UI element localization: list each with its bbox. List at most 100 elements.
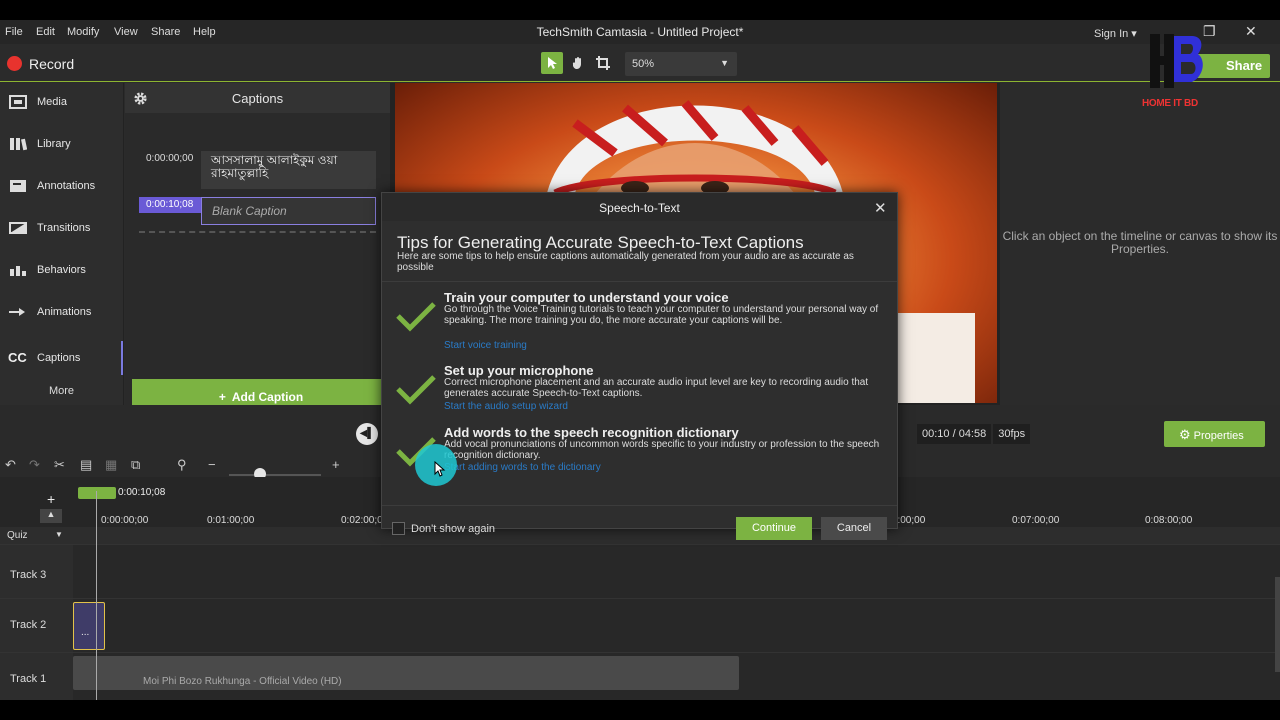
share-button[interactable]: Share xyxy=(1196,54,1270,78)
chevron-down-icon[interactable]: ▼ xyxy=(55,530,63,539)
caption-time: 0:00:00;00 xyxy=(146,153,194,164)
checkmark-icon xyxy=(396,302,436,332)
library-icon xyxy=(10,138,27,151)
split-icon[interactable]: ⧉ xyxy=(131,457,140,473)
quiz-row[interactable]: Quiz ▼ xyxy=(0,527,1280,544)
zoom-slider-track[interactable] xyxy=(229,474,321,476)
copy-icon[interactable]: ▤ xyxy=(80,457,92,473)
home-it-bd-logo xyxy=(1150,34,1203,88)
playhead-handle[interactable] xyxy=(78,487,116,499)
annotations-icon xyxy=(10,180,26,192)
sidebar-more-button[interactable]: More xyxy=(0,385,123,397)
properties-button[interactable]: ⚙ Properties xyxy=(1164,421,1265,447)
zoom-out-icon[interactable]: − xyxy=(208,457,216,472)
sidebar-item-captions[interactable]: CC Captions xyxy=(0,343,123,373)
video-clip[interactable]: Moi Phi Bozo Rukhunga - Official Video (… xyxy=(73,656,739,690)
cursor-highlight xyxy=(415,444,457,486)
sidebar-item-behaviors[interactable]: Behaviors xyxy=(0,255,123,285)
divider xyxy=(382,281,897,282)
main-toolbar: Record 50% ▼ Share xyxy=(0,44,1280,82)
track-2[interactable]: Track 2 ... xyxy=(0,598,1280,652)
sidebar-item-label: Captions xyxy=(37,352,81,364)
divider xyxy=(382,505,897,506)
properties-hint: Click an object on the timeline or canva… xyxy=(1002,229,1278,256)
animations-icon xyxy=(9,308,25,316)
menu-view[interactable]: View xyxy=(114,26,138,38)
track-3[interactable]: Track 3 xyxy=(0,544,1280,598)
start-voice-training-link[interactable]: Start voice training xyxy=(444,340,527,351)
sidebar-item-label: Library xyxy=(37,138,71,150)
sidebar-item-label: Annotations xyxy=(37,180,96,192)
cancel-button[interactable]: Cancel xyxy=(821,517,887,540)
gear-icon: ⚙ xyxy=(1179,427,1191,442)
captions-header: Captions xyxy=(125,83,390,113)
continue-button[interactable]: Continue xyxy=(736,517,812,540)
timeline-scrollbar[interactable] xyxy=(1275,577,1280,672)
menu-modify[interactable]: Modify xyxy=(67,26,99,38)
sidebar-item-library[interactable]: Library xyxy=(0,129,123,159)
sidebar-item-animations[interactable]: Animations xyxy=(0,297,123,327)
sidebar-item-label: Behaviors xyxy=(37,264,86,276)
tip-body: Add vocal pronunciations of uncommon wor… xyxy=(444,439,880,461)
menu-file[interactable]: File xyxy=(5,26,23,38)
tip-voice-training: Train your computer to understand your v… xyxy=(396,290,886,356)
behaviors-icon xyxy=(10,266,26,276)
zoom-dropdown[interactable]: 50% ▼ xyxy=(625,52,737,76)
caption-clip[interactable]: ... xyxy=(73,602,105,650)
sidebar-item-label: Animations xyxy=(37,306,92,318)
tip-title: Add words to the speech recognition dict… xyxy=(444,425,739,440)
sidebar-item-media[interactable]: Media xyxy=(0,87,123,117)
crop-tool-icon[interactable] xyxy=(592,52,614,74)
close-icon[interactable]: ✕ xyxy=(1245,23,1257,40)
sidebar-item-annotations[interactable]: Annotations xyxy=(0,171,123,201)
record-icon[interactable] xyxy=(7,56,22,71)
track-label: Track 3 xyxy=(10,569,47,581)
audio-setup-wizard-link[interactable]: Start the audio setup wizard xyxy=(444,401,568,412)
zoom-in-icon[interactable]: + xyxy=(332,457,340,472)
caption-row[interactable]: 0:00:10;08 Blank Caption xyxy=(139,197,376,225)
tick-label: 0:08:00;00 xyxy=(1145,515,1193,526)
step-back-icon[interactable]: ◀▌ xyxy=(356,423,378,445)
select-tool-icon[interactable] xyxy=(541,52,563,74)
cut-icon[interactable]: ✂ xyxy=(54,457,65,473)
caption-text[interactable]: আসসালামু আলাইকুম ওয়া রাহমাতুল্লাহি xyxy=(201,151,376,189)
plus-icon: + xyxy=(218,390,226,404)
collapse-icon[interactable]: ▲ xyxy=(40,509,62,523)
sidebar-item-transitions[interactable]: Transitions xyxy=(0,213,123,243)
close-icon[interactable]: ✕ xyxy=(874,199,887,217)
redo-icon[interactable]: ↷ xyxy=(29,457,40,473)
dont-show-label[interactable]: Don't show again xyxy=(411,523,495,535)
playhead-line xyxy=(96,491,97,700)
dialog-titlebar: Speech-to-Text ✕ xyxy=(382,193,897,221)
undo-icon[interactable]: ↶ xyxy=(5,457,16,473)
cc-icon: CC xyxy=(8,350,27,365)
caption-row[interactable]: 0:00:00;00 আসসালামু আলাইকুম ওয়া রাহমাতু… xyxy=(139,151,376,189)
add-track-icon[interactable]: + xyxy=(47,491,55,507)
track-label: Track 2 xyxy=(10,619,47,631)
checkmark-icon xyxy=(396,375,436,405)
caption-text-input[interactable]: Blank Caption xyxy=(201,197,376,225)
record-button[interactable]: Record xyxy=(29,56,74,72)
time-display: 00:10 / 04:58 30fps xyxy=(917,424,1032,444)
dialog-heading: Tips for Generating Accurate Speech-to-T… xyxy=(397,233,804,252)
menu-edit[interactable]: Edit xyxy=(36,26,55,38)
menu-bar: File Edit Modify View Share Help TechSmi… xyxy=(0,20,1280,44)
sign-in-button[interactable]: Sign In ▾ xyxy=(1094,27,1137,40)
menu-share[interactable]: Share xyxy=(151,26,180,38)
dialog-title: Speech-to-Text xyxy=(599,201,680,215)
paste-icon[interactable]: ▦ xyxy=(105,457,117,473)
zoom-value: 50% xyxy=(632,58,655,70)
tick-label: 0:07:00;00 xyxy=(1012,515,1060,526)
quiz-label: Quiz xyxy=(7,530,28,541)
pan-tool-icon[interactable] xyxy=(567,52,589,74)
add-words-link[interactable]: Start adding words to the dictionary xyxy=(444,462,601,473)
menu-help[interactable]: Help xyxy=(193,26,216,38)
mouse-pointer-icon xyxy=(434,461,446,477)
tip-body: Correct microphone placement and an accu… xyxy=(444,377,869,399)
track-1[interactable]: Track 1 Moi Phi Bozo Rukhunga - Official… xyxy=(0,652,1280,700)
zoom-fit-icon[interactable]: ⚲ xyxy=(177,457,187,473)
dont-show-checkbox[interactable] xyxy=(392,522,405,535)
active-indicator xyxy=(121,341,123,375)
speech-to-text-dialog: Speech-to-Text ✕ Tips for Generating Acc… xyxy=(381,192,898,540)
add-caption-label: Add Caption xyxy=(231,390,304,404)
